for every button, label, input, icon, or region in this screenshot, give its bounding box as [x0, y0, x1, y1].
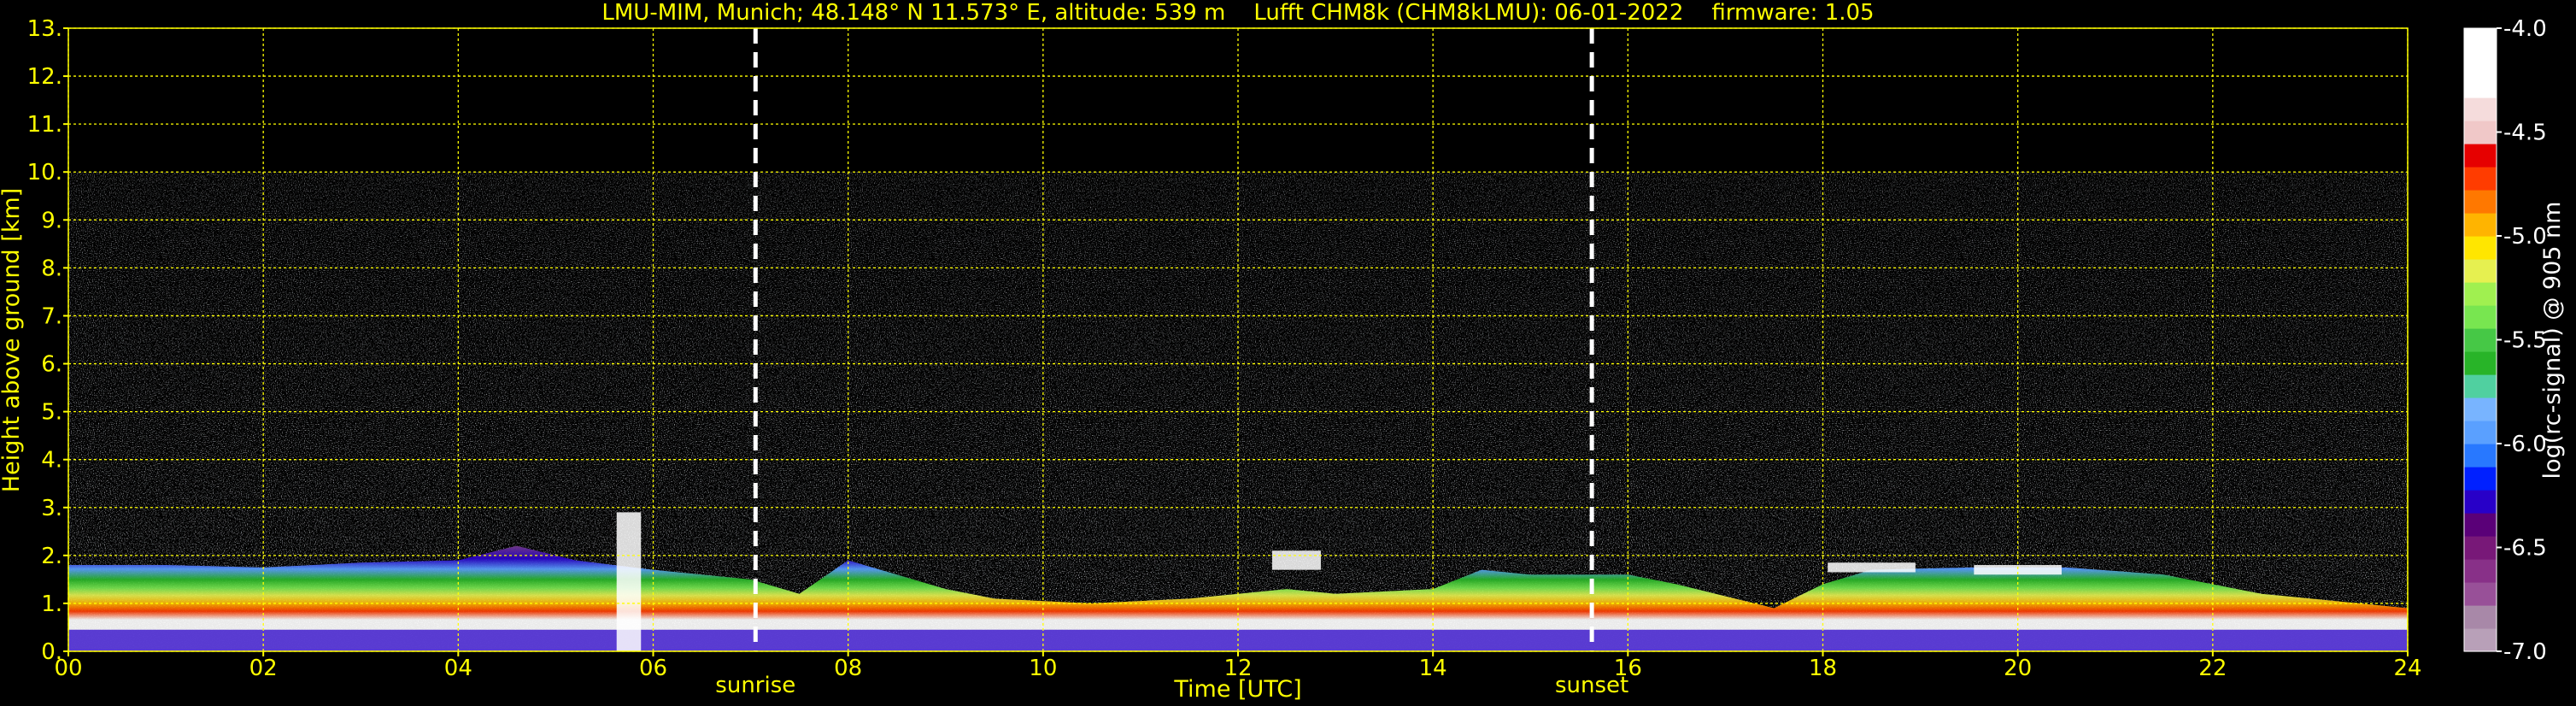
colorbar-segment	[2464, 190, 2497, 214]
x-tick-label: 02	[249, 656, 278, 681]
colorbar-segment	[2464, 421, 2497, 444]
colorbar-segment	[2464, 605, 2497, 629]
colorbar-segment	[2464, 351, 2497, 375]
colorbar-segment	[2464, 444, 2497, 468]
x-tick-label: 04	[444, 656, 472, 681]
colorbar-segment	[2464, 51, 2497, 75]
x-tick-label: 24	[2393, 656, 2421, 681]
colorbar-tick-label: -4.0	[2503, 16, 2547, 42]
x-tick-label: 14	[1419, 656, 1447, 681]
colorbar-segment	[2464, 397, 2497, 421]
colorbar-segment	[2464, 74, 2497, 98]
y-tick-label: 7.	[41, 303, 62, 329]
colorbar: -4.0-4.5-5.0-5.5-6.0-6.5-7.0	[2463, 16, 2547, 665]
x-tick-label: 18	[1809, 656, 1837, 681]
colorbar-segment	[2464, 490, 2497, 514]
colorbar-segment	[2464, 582, 2497, 606]
x-axis-label: Time [UTC]	[1173, 676, 1301, 703]
colorbar-tick-label: -4.5	[2503, 121, 2547, 146]
colorbar-segment	[2464, 467, 2497, 491]
y-tick-label: 6.	[41, 352, 62, 378]
colorbar-segment	[2464, 536, 2497, 560]
cloud-feature	[616, 512, 642, 651]
y-tick-label: 5.	[41, 400, 62, 426]
colorbar-segment	[2464, 328, 2497, 352]
colorbar-segment	[2464, 144, 2497, 168]
y-tick-label: 8.	[41, 256, 62, 281]
colorbar-segment	[2464, 513, 2497, 537]
y-tick-label: 1.	[41, 591, 62, 617]
x-tick-label: 08	[834, 656, 862, 681]
y-tick-label: 3.	[41, 496, 62, 521]
colorbar-segment	[2464, 167, 2497, 191]
y-axis-label: Height above ground [km]	[0, 188, 25, 492]
colorbar-label: log(rc-signal) @ 905 nm	[2539, 202, 2566, 479]
colorbar-segment	[2464, 559, 2497, 583]
y-tick-label: 13.	[27, 16, 62, 42]
chart-title: LMU-MIM, Munich; 48.148° N 11.573° E, al…	[601, 0, 1874, 26]
y-tick-label: 12.	[27, 64, 62, 90]
y-tick-label: 10.	[27, 160, 62, 185]
sunset-label: sunset	[1555, 673, 1628, 698]
colorbar-segment	[2464, 213, 2497, 237]
colorbar-segment	[2464, 121, 2497, 144]
colorbar-segment	[2464, 97, 2497, 121]
plot-area	[67, 27, 2409, 652]
x-tick-label: 00	[54, 656, 82, 681]
colorbar-segment	[2464, 628, 2497, 652]
colorbar-segment	[2464, 305, 2497, 329]
colorbar-segment	[2464, 236, 2497, 260]
colorbar-segment	[2464, 374, 2497, 398]
y-tick-label: 9.	[41, 208, 62, 233]
y-tick-label: 11.	[27, 112, 62, 138]
x-tick-label: 20	[2004, 656, 2032, 681]
sunrise-label: sunrise	[715, 673, 795, 698]
colorbar-tick-label: -6.5	[2503, 536, 2547, 562]
cloud-feature	[1828, 562, 1916, 573]
y-tick-label: 2.	[41, 544, 62, 569]
colorbar-tick-label: -7.0	[2503, 639, 2547, 665]
colorbar-segment	[2464, 282, 2497, 306]
chart: 0.1.2.3.4.5.6.7.8.9.10.11.12.13. 00 02 04 0…	[0, 0, 2566, 703]
y-tick-label: 4.	[41, 448, 62, 474]
x-tick-label: 22	[2198, 656, 2227, 681]
colorbar-segment	[2464, 259, 2497, 283]
y-axis: 0.1.2.3.4.5.6.7.8.9.10.11.12.13.	[27, 16, 68, 665]
x-tick-label: 06	[639, 656, 667, 681]
colorbar-segment	[2464, 28, 2497, 52]
x-tick-label: 10	[1029, 656, 1057, 681]
cloud-feature	[1271, 550, 1321, 570]
